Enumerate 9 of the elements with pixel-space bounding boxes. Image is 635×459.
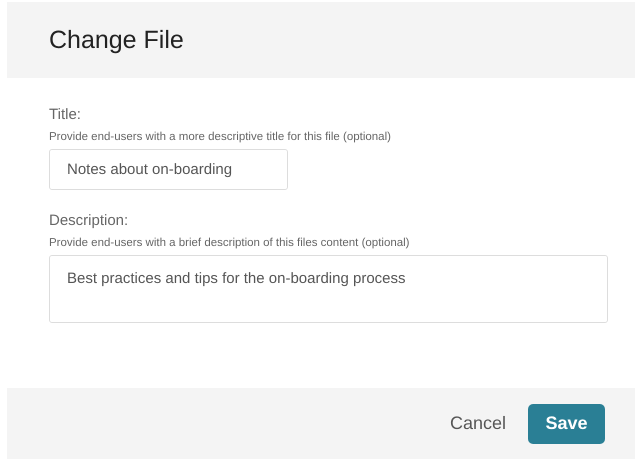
dialog-title: Change File — [49, 26, 184, 54]
title-input[interactable]: Notes about on-boarding — [49, 149, 288, 190]
save-button[interactable]: Save — [528, 404, 605, 444]
cancel-button[interactable]: Cancel — [450, 413, 506, 434]
field-label: Title: — [49, 106, 82, 124]
description-input[interactable]: Best practices and tips for the on-boarding process — [49, 255, 608, 323]
field-hint: Provide end-users with a more descriptive title for this file (optional) — [49, 130, 392, 144]
field-hint: Provide end-users with a brief description of this files content (optional) — [49, 236, 411, 250]
field-label: Description: — [49, 212, 130, 230]
